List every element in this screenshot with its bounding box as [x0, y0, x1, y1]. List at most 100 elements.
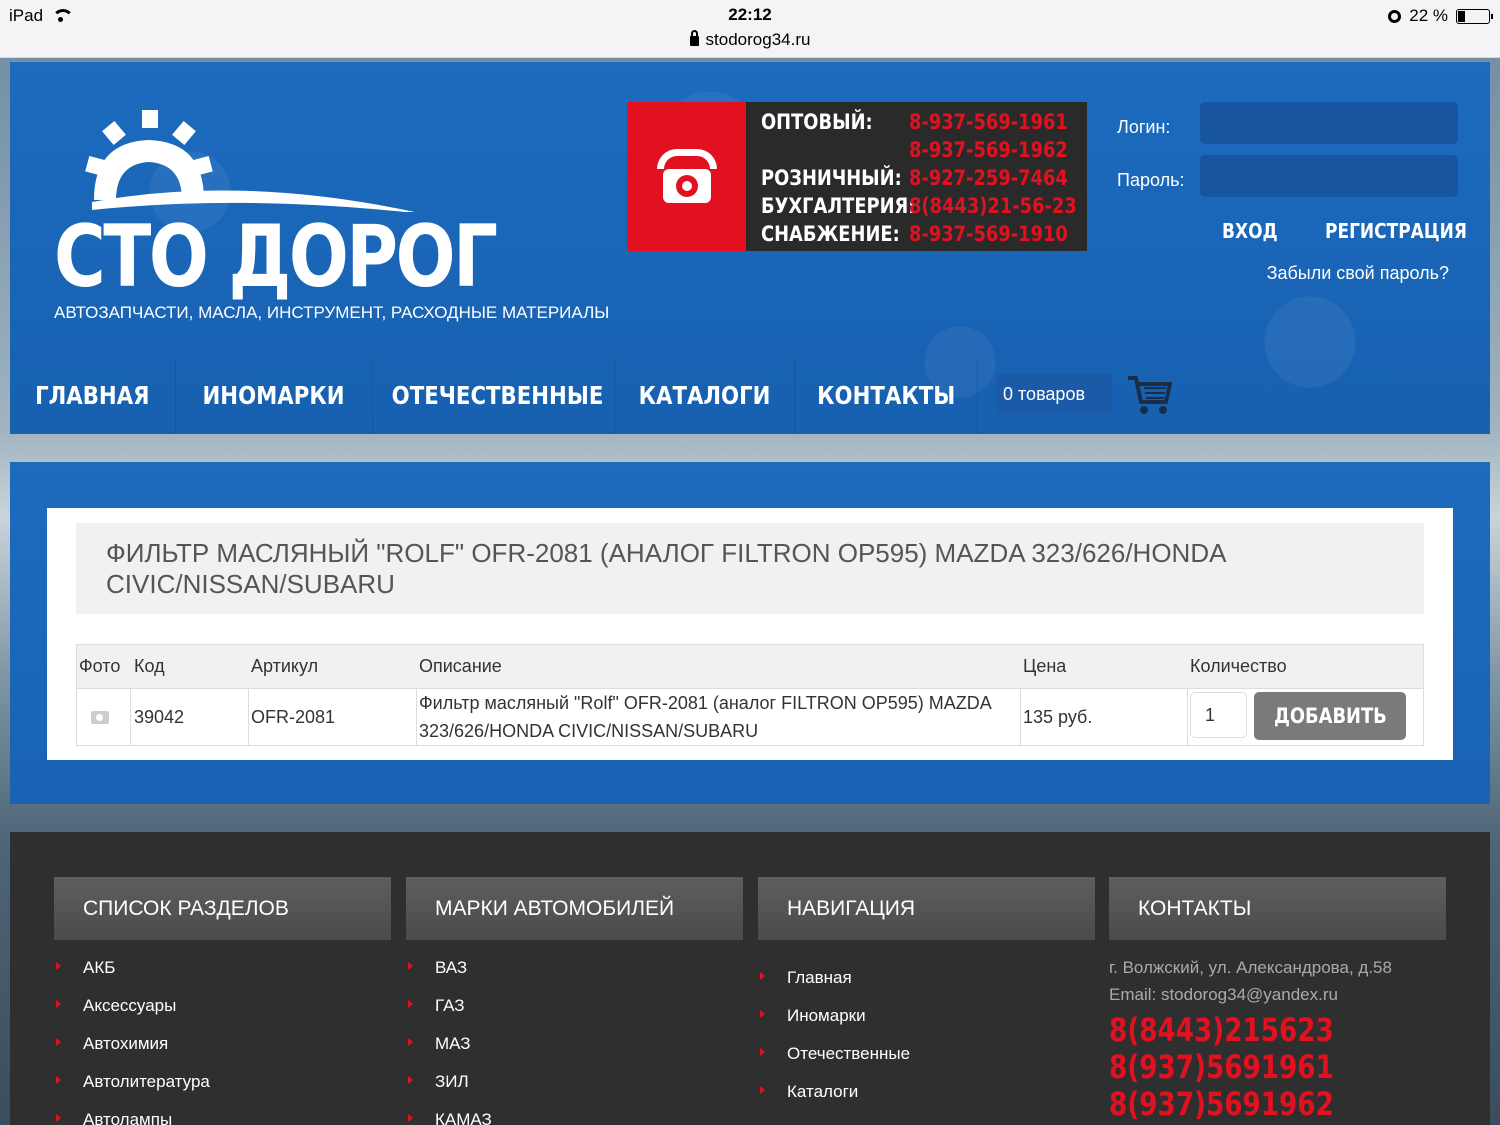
- phone-icon-box: [627, 102, 746, 251]
- phone-row: РОЗНИЧНЫЙ: 8-927-259-7464: [761, 164, 1081, 192]
- lock-icon: [689, 30, 699, 46]
- nav-item-contacts[interactable]: КОНТАКТЫ: [795, 358, 978, 434]
- content-area: ФИЛЬТР МАСЛЯНЫЙ "ROLF" OFR-2081 (АНАЛОГ …: [10, 462, 1490, 804]
- contact-email[interactable]: Email: stodorog34@yandex.ru: [1109, 985, 1446, 1012]
- phone-number[interactable]: 8(8443)21-56-23: [909, 192, 1077, 220]
- phone-label: ОПТОВЫЙ:: [761, 110, 873, 134]
- cart-count[interactable]: 0 товаров: [996, 374, 1112, 414]
- product-title-box: ФИЛЬТР МАСЛЯНЫЙ "ROLF" OFR-2081 (АНАЛОГ …: [76, 523, 1424, 614]
- list-item[interactable]: МАЗ: [406, 1034, 743, 1072]
- footer-contacts: КОНТАКТЫ г. Волжский, ул. Александрова, …: [1109, 877, 1446, 1123]
- column-photo: Фото: [79, 656, 121, 676]
- phone-number[interactable]: 8-937-569-1962: [909, 136, 1068, 164]
- battery-fill: [1458, 10, 1466, 22]
- contact-phone[interactable]: 8(937)5691962: [1109, 1086, 1385, 1123]
- list-item[interactable]: Автохимия: [54, 1034, 391, 1072]
- phone-list: ОПТОВЫЙ: 8-937-569-1961 8-937-569-1962 РОЗН…: [761, 108, 1081, 248]
- forgot-password-link[interactable]: Забыли свой пароль?: [1267, 263, 1449, 284]
- navigation-list: Главная Иномарки Отечественные Каталоги: [758, 968, 1095, 1120]
- list-item[interactable]: Автолитература: [54, 1072, 391, 1110]
- clock: 22:12: [728, 5, 772, 24]
- column-price: Цена: [1023, 656, 1067, 676]
- cell-description: Фильтр масляный "Rolf" OFR-2081 (аналог …: [419, 693, 991, 741]
- cell-price: 135 руб.: [1023, 706, 1093, 727]
- cell-article: OFR-2081: [251, 706, 336, 727]
- column-quantity: Количество: [1190, 656, 1287, 676]
- list-item[interactable]: Главная: [758, 968, 1095, 1006]
- nav-item-domestic[interactable]: ОТЕЧЕСТВЕННЫЕ: [373, 358, 615, 434]
- contact-phone[interactable]: 8(937)5691961: [1109, 1049, 1385, 1086]
- cell-photo: [77, 689, 109, 745]
- phone-icon: [656, 148, 717, 205]
- product-card: ФИЛЬТР МАСЛЯНЫЙ "ROLF" OFR-2081 (АНАЛОГ …: [47, 508, 1453, 760]
- camera-icon[interactable]: [91, 710, 109, 724]
- footer-navigation: НАВИГАЦИЯ Главная Иномарки Отечественные Ка…: [758, 877, 1095, 1120]
- contact-phone[interactable]: 8(8443)215623: [1109, 1012, 1385, 1049]
- phone-row: СНАБЖЕНИЕ: 8-937-569-1910: [761, 220, 1081, 248]
- logo-text: СТО ДОРОГ: [54, 207, 498, 307]
- footer: СПИСОК РАЗДЕЛОВ АКБ Аксессуары Автохимия Ав…: [10, 832, 1490, 1125]
- main-nav: ГЛАВНАЯ ИНОМАРКИ ОТЕЧЕСТВЕННЫЕ КАТАЛОГИ …: [10, 358, 1490, 434]
- password-input[interactable]: [1200, 155, 1458, 197]
- list-item[interactable]: Аксессуары: [54, 996, 391, 1034]
- product-title: ФИЛЬТР МАСЛЯНЫЙ "ROLF" OFR-2081 (АНАЛОГ …: [106, 538, 1226, 599]
- login-label: Логин:: [1117, 117, 1171, 137]
- nav-item-foreign[interactable]: ИНОМАРКИ: [176, 358, 373, 434]
- phone-number[interactable]: 8-937-569-1961: [909, 108, 1068, 136]
- footer-brands: МАРКИ АВТОМОБИЛЕЙ ВАЗ ГАЗ МАЗ ЗИЛ КАМАЗ: [406, 877, 743, 1125]
- product-table: Фото Код Артикул Описание Цена Количеств…: [76, 644, 1424, 746]
- tagline: АВТОЗАПЧАСТИ, МАСЛА, ИНСТРУМЕНТ, РАСХОДН…: [54, 303, 610, 322]
- cart-icon[interactable]: [1126, 372, 1174, 416]
- register-link[interactable]: РЕГИСТРАЦИЯ: [1325, 219, 1467, 243]
- list-item[interactable]: Каталоги: [758, 1082, 1095, 1120]
- browser-status-bar: iPad 22:12 stodorog34.ru 22 %: [0, 0, 1500, 58]
- phone-row: БУХГАЛТЕРИЯ: 8(8443)21-56-23: [761, 192, 1081, 220]
- quantity-input[interactable]: [1190, 692, 1247, 738]
- contact-address: г. Волжский, ул. Александрова, д.58: [1109, 958, 1392, 977]
- phone-label: РОЗНИЧНЫЙ:: [761, 166, 902, 190]
- footer-contacts-title: КОНТАКТЫ: [1109, 877, 1446, 940]
- phone-block: ОПТОВЫЙ: 8-937-569-1961 8-937-569-1962 РОЗН…: [627, 102, 1087, 251]
- login-input[interactable]: [1200, 102, 1458, 144]
- list-item[interactable]: АКБ: [54, 958, 391, 996]
- list-item[interactable]: Отечественные: [758, 1044, 1095, 1082]
- list-item[interactable]: ЗИЛ: [406, 1072, 743, 1110]
- footer-sections-title: СПИСОК РАЗДЕЛОВ: [54, 877, 391, 940]
- add-to-cart-button[interactable]: ДОБАВИТЬ: [1254, 692, 1406, 740]
- alarm-icon: [1388, 9, 1402, 23]
- login-button[interactable]: ВХОД: [1222, 219, 1278, 243]
- contacts-block: г. Волжский, ул. Александрова, д.58 Emai…: [1109, 958, 1446, 1123]
- phone-row: ОПТОВЫЙ: 8-937-569-1961: [761, 108, 1081, 136]
- logo[interactable]: СТО ДОРОГ: [54, 102, 498, 300]
- phone-row: 8-937-569-1962: [761, 136, 1081, 164]
- nav-item-catalogs[interactable]: КАТАЛОГИ: [615, 358, 795, 434]
- table-header: Фото Код Артикул Описание Цена Количеств…: [77, 645, 1423, 689]
- battery-percent: 22 %: [1409, 6, 1448, 25]
- phone-number[interactable]: 8-937-569-1910: [909, 220, 1068, 248]
- footer-brands-title: МАРКИ АВТОМОБИЛЕЙ: [406, 877, 743, 940]
- battery-icon: [1456, 8, 1493, 24]
- cell-code: 39042: [134, 706, 185, 727]
- contact-phones: 8(8443)215623 8(937)5691961 8(937)5691962: [1109, 1012, 1446, 1123]
- address-bar[interactable]: stodorog34.ru: [0, 30, 1500, 50]
- column-code: Код: [134, 656, 165, 676]
- password-label: Пароль:: [1117, 170, 1185, 190]
- sections-list: АКБ Аксессуары Автохимия Автолитература Авто…: [54, 958, 391, 1125]
- footer-navigation-title: НАВИГАЦИЯ: [758, 877, 1095, 940]
- site-header: СТО ДОРОГ АВТОЗАПЧАСТИ, МАСЛА, ИНСТРУМЕН…: [10, 62, 1490, 434]
- list-item[interactable]: Иномарки: [758, 1006, 1095, 1044]
- list-item[interactable]: КАМАЗ: [406, 1110, 743, 1125]
- logo-gear-icon: [85, 110, 415, 212]
- phone-label: БУХГАЛТЕРИЯ:: [761, 194, 916, 218]
- footer-sections: СПИСОК РАЗДЕЛОВ АКБ Аксессуары Автохимия Ав…: [54, 877, 391, 1125]
- brands-list: ВАЗ ГАЗ МАЗ ЗИЛ КАМАЗ: [406, 958, 743, 1125]
- column-description: Описание: [419, 656, 502, 676]
- list-item[interactable]: Автолампы: [54, 1110, 391, 1125]
- status-right: 22 %: [1388, 6, 1493, 26]
- url-text: stodorog34.ru: [705, 30, 811, 49]
- column-article: Артикул: [251, 656, 319, 676]
- list-item[interactable]: ГАЗ: [406, 996, 743, 1034]
- list-item[interactable]: ВАЗ: [406, 958, 743, 996]
- nav-item-home[interactable]: ГЛАВНАЯ: [10, 358, 176, 434]
- phone-number[interactable]: 8-927-259-7464: [909, 164, 1068, 192]
